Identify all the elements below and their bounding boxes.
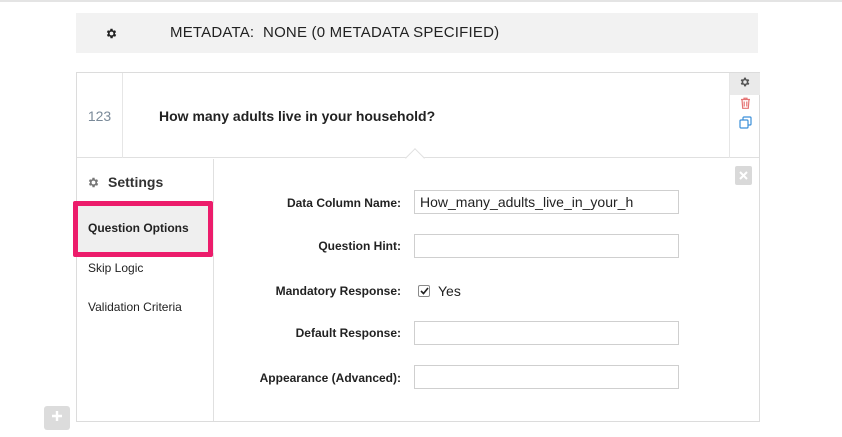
plus-icon	[51, 409, 63, 427]
metadata-summary: METADATA: NONE (0 METADATA SPECIFIED)	[170, 24, 500, 41]
nav-label: Skip Logic	[88, 261, 144, 275]
top-divider	[0, 0, 842, 2]
question-hint-input[interactable]	[414, 234, 679, 258]
gear-icon	[87, 176, 100, 189]
question-card: 123 How many adults live in your househo…	[73, 72, 760, 422]
data-column-name-label: Data Column Name:	[286, 196, 401, 210]
close-icon	[739, 167, 748, 185]
nav-label: Validation Criteria	[88, 300, 182, 314]
question-header[interactable]: 123 How many adults live in your househo…	[77, 73, 760, 158]
metadata-bar[interactable]: METADATA: NONE (0 METADATA SPECIFIED)	[76, 13, 758, 53]
gear-icon	[739, 75, 751, 93]
question-actions	[729, 73, 760, 158]
duplicate-icon	[738, 116, 752, 134]
delete-question-button[interactable]	[730, 95, 760, 115]
question-hint-label: Question Hint:	[318, 239, 401, 253]
trash-icon	[740, 96, 751, 114]
mandatory-checkbox[interactable]	[418, 285, 430, 297]
question-settings-button[interactable]	[730, 73, 760, 95]
default-response-label: Default Response:	[295, 326, 401, 340]
mandatory-response-label: Mandatory Response:	[275, 284, 401, 298]
appearance-label: Appearance (Advanced):	[259, 371, 401, 385]
question-text[interactable]: How many adults live in your household?	[159, 73, 435, 158]
close-settings-button[interactable]	[735, 166, 752, 185]
data-column-name-input[interactable]	[414, 190, 679, 214]
settings-title: Settings	[108, 174, 164, 190]
mandatory-yes-label[interactable]: Yes	[438, 282, 461, 300]
settings-heading: Settings	[87, 173, 163, 191]
appearance-input[interactable]	[414, 365, 679, 389]
question-number: 123	[77, 73, 123, 158]
checkmark-icon	[419, 282, 429, 300]
add-question-button[interactable]	[44, 406, 70, 430]
nav-label: Question Options	[88, 221, 189, 235]
gear-icon[interactable]	[76, 13, 146, 53]
duplicate-question-button[interactable]	[730, 115, 760, 135]
default-response-input[interactable]	[414, 321, 679, 345]
